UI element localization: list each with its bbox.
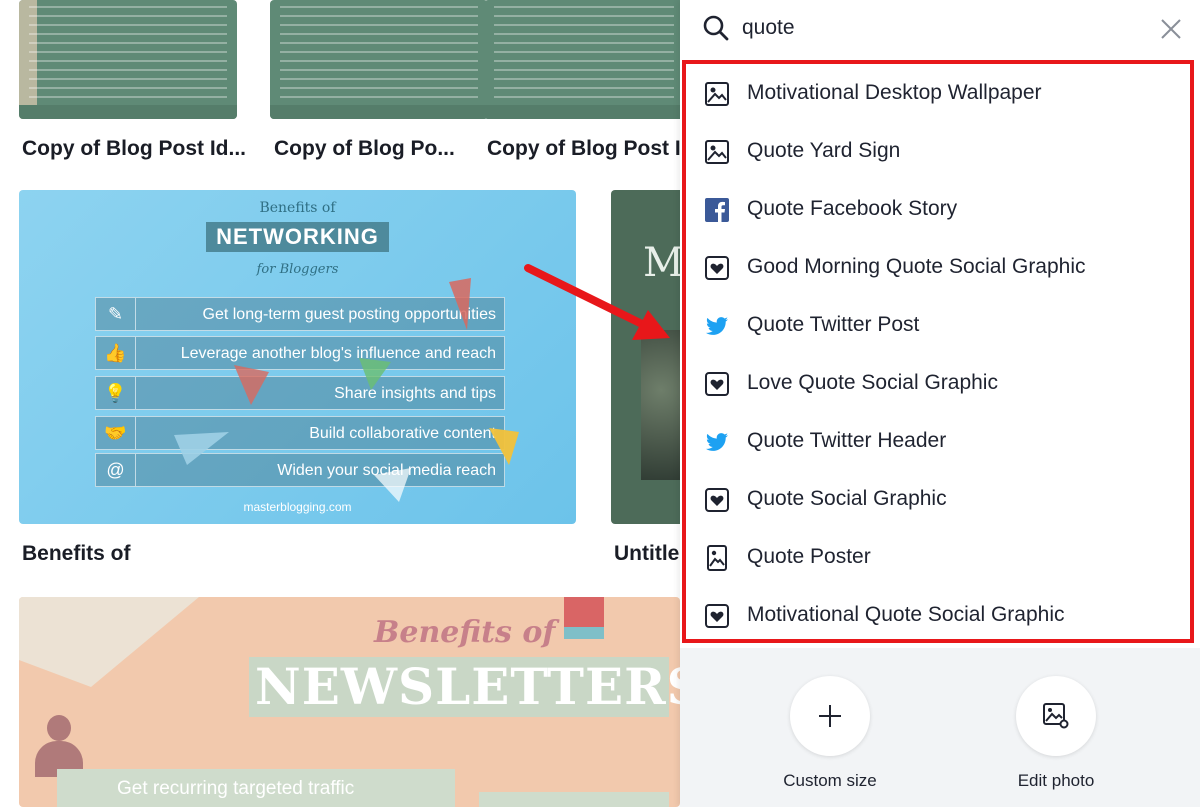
quick-actions: Custom size Edit photo <box>680 648 1200 807</box>
search-result-label: Love Quote Social Graphic <box>747 371 998 394</box>
newsletters-strip: Get recurring targeted traffic <box>57 769 455 807</box>
networking-footer: masterblogging.com <box>243 500 352 514</box>
edit-photo-circle[interactable] <box>1016 676 1096 756</box>
search-input[interactable] <box>742 12 1102 44</box>
search-result-label: Quote Twitter Post <box>747 313 920 336</box>
design-thumbnail-networking[interactable]: Benefits of NETWORKING for Bloggers ✎ Ge… <box>19 190 576 524</box>
mail-icon <box>564 597 604 627</box>
design-thumbnail-untitled[interactable]: M <box>611 190 680 524</box>
search-bar <box>680 0 1200 58</box>
search-result-item[interactable]: Quote Social Graphic <box>686 470 1190 528</box>
search-result-label: Quote Yard Sign <box>747 139 901 162</box>
design-thumbnail-newsletters[interactable]: Benefits of NEWSLETTERS Get recurring ta… <box>19 597 680 807</box>
twitter-icon <box>706 317 728 335</box>
search-result-item[interactable]: Quote Yard Sign <box>686 122 1190 180</box>
search-result-item[interactable]: Love Quote Social Graphic <box>686 354 1190 412</box>
search-result-item[interactable]: Motivational Desktop Wallpaper <box>686 64 1190 122</box>
search-result-label: Quote Social Graphic <box>747 487 947 510</box>
search-result-label: Quote Twitter Header <box>747 429 947 452</box>
edit-photo-label: Edit photo <box>1017 771 1095 790</box>
search-results-list: Motivational Desktop Wallpaper Quote Yar… <box>682 60 1194 643</box>
custom-size-circle[interactable] <box>790 676 870 756</box>
search-result-label: Quote Facebook Story <box>747 197 958 220</box>
search-result-item[interactable]: Motivational Quote Social Graphic <box>686 586 1190 644</box>
facebook-icon <box>705 198 729 222</box>
search-result-label: Motivational Desktop Wallpaper <box>747 81 1042 104</box>
search-result-item[interactable]: Good Morning Quote Social Graphic <box>686 238 1190 296</box>
image-icon <box>705 82 729 106</box>
custom-size-label: Custom size <box>783 771 877 790</box>
custom-size-button[interactable]: Custom size <box>750 676 910 796</box>
annotation-arrow-icon <box>524 264 670 340</box>
design-title-5[interactable]: Untitle <box>614 542 680 566</box>
paper-plane-decoration <box>174 278 519 502</box>
search-result-item[interactable]: Quote Facebook Story <box>686 180 1190 238</box>
designs-grid: Copy of Blog Post Id... Copy of Blog Po.… <box>0 0 680 807</box>
newsletters-strip-2 <box>479 792 669 807</box>
search-result-item[interactable]: Quote Poster <box>686 528 1190 586</box>
design-title-3[interactable]: Copy of Blog Post Id <box>487 137 680 161</box>
search-result-item[interactable]: Quote Twitter Post <box>686 296 1190 354</box>
search-result-item[interactable]: Quote Twitter Header <box>686 412 1190 470</box>
plus-icon <box>819 705 841 727</box>
design-thumbnail-1[interactable] <box>19 0 237 119</box>
speech-bubble-decoration <box>564 627 604 639</box>
newsletters-banner: NEWSLETTERS <box>249 657 680 717</box>
newsletters-kicker: Benefits of <box>374 615 556 650</box>
heart-icon <box>705 488 729 512</box>
heart-icon <box>705 604 729 628</box>
image-icon <box>705 140 729 164</box>
design-thumbnail-2[interactable] <box>270 0 488 119</box>
edit-photo-button[interactable]: Edit photo <box>976 676 1136 796</box>
design-thumbnail-3[interactable] <box>484 0 680 119</box>
search-result-label: Motivational Quote Social Graphic <box>747 603 1065 626</box>
search-panel: Motivational Desktop Wallpaper Quote Yar… <box>680 0 1200 807</box>
heart-icon <box>705 372 729 396</box>
envelope-decoration <box>19 597 199 687</box>
search-icon <box>703 15 729 41</box>
design-title-1[interactable]: Copy of Blog Post Id... <box>22 137 252 161</box>
design-title-4[interactable]: Benefits of <box>22 542 322 566</box>
search-result-label: Good Morning Quote Social Graphic <box>747 255 1086 278</box>
untitled-photo <box>641 330 680 480</box>
poster-icon <box>707 545 727 571</box>
edit-photo-icon <box>1043 703 1069 729</box>
person-icon <box>35 715 83 777</box>
design-title-2[interactable]: Copy of Blog Po... <box>274 137 474 161</box>
search-result-label: Quote Poster <box>747 545 871 568</box>
heart-icon <box>705 256 729 280</box>
twitter-icon <box>706 433 728 451</box>
close-icon[interactable] <box>1160 18 1182 40</box>
